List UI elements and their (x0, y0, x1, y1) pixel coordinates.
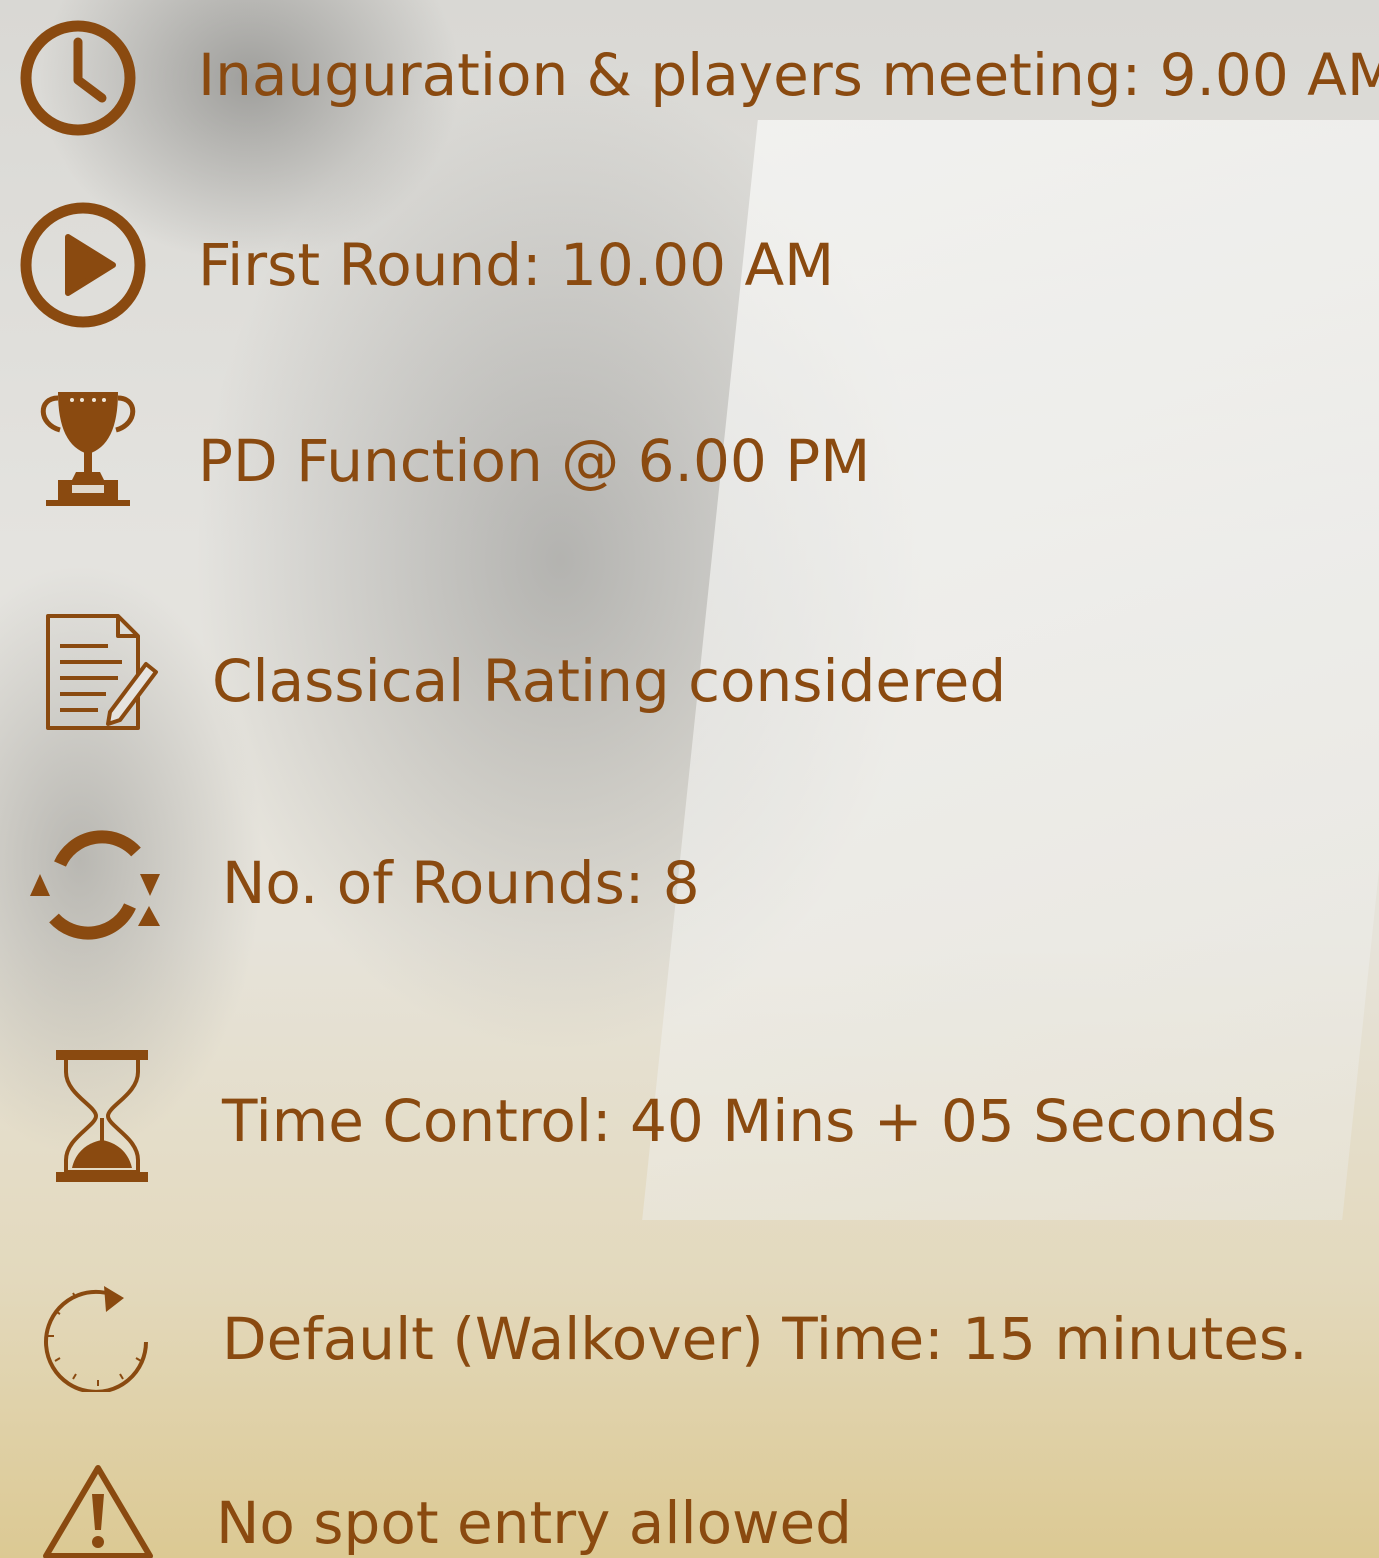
refresh-icon (28, 822, 162, 948)
play-icon (18, 200, 148, 330)
trophy-icon (36, 388, 140, 508)
item-label-time-control: Time Control: 40 Mins + 05 Seconds (222, 1087, 1277, 1155)
warning-icon (40, 1462, 156, 1558)
document-pen-icon (44, 612, 160, 734)
item-label-inauguration: Inauguration & players meeting: 9.00 AM (198, 41, 1379, 109)
item-label-first-round: First Round: 10.00 AM (198, 231, 835, 299)
clock-icon (18, 18, 138, 138)
timer-icon (42, 1276, 154, 1392)
item-label-spot-entry: No spot entry allowed (216, 1489, 852, 1557)
item-label-pd-function: PD Function @ 6.00 PM (198, 427, 871, 495)
item-label-classical-rating: Classical Rating considered (212, 647, 1007, 715)
hourglass-icon (56, 1050, 148, 1182)
item-label-rounds: No. of Rounds: 8 (222, 849, 700, 917)
item-label-default-time: Default (Walkover) Time: 15 minutes. (222, 1305, 1308, 1373)
